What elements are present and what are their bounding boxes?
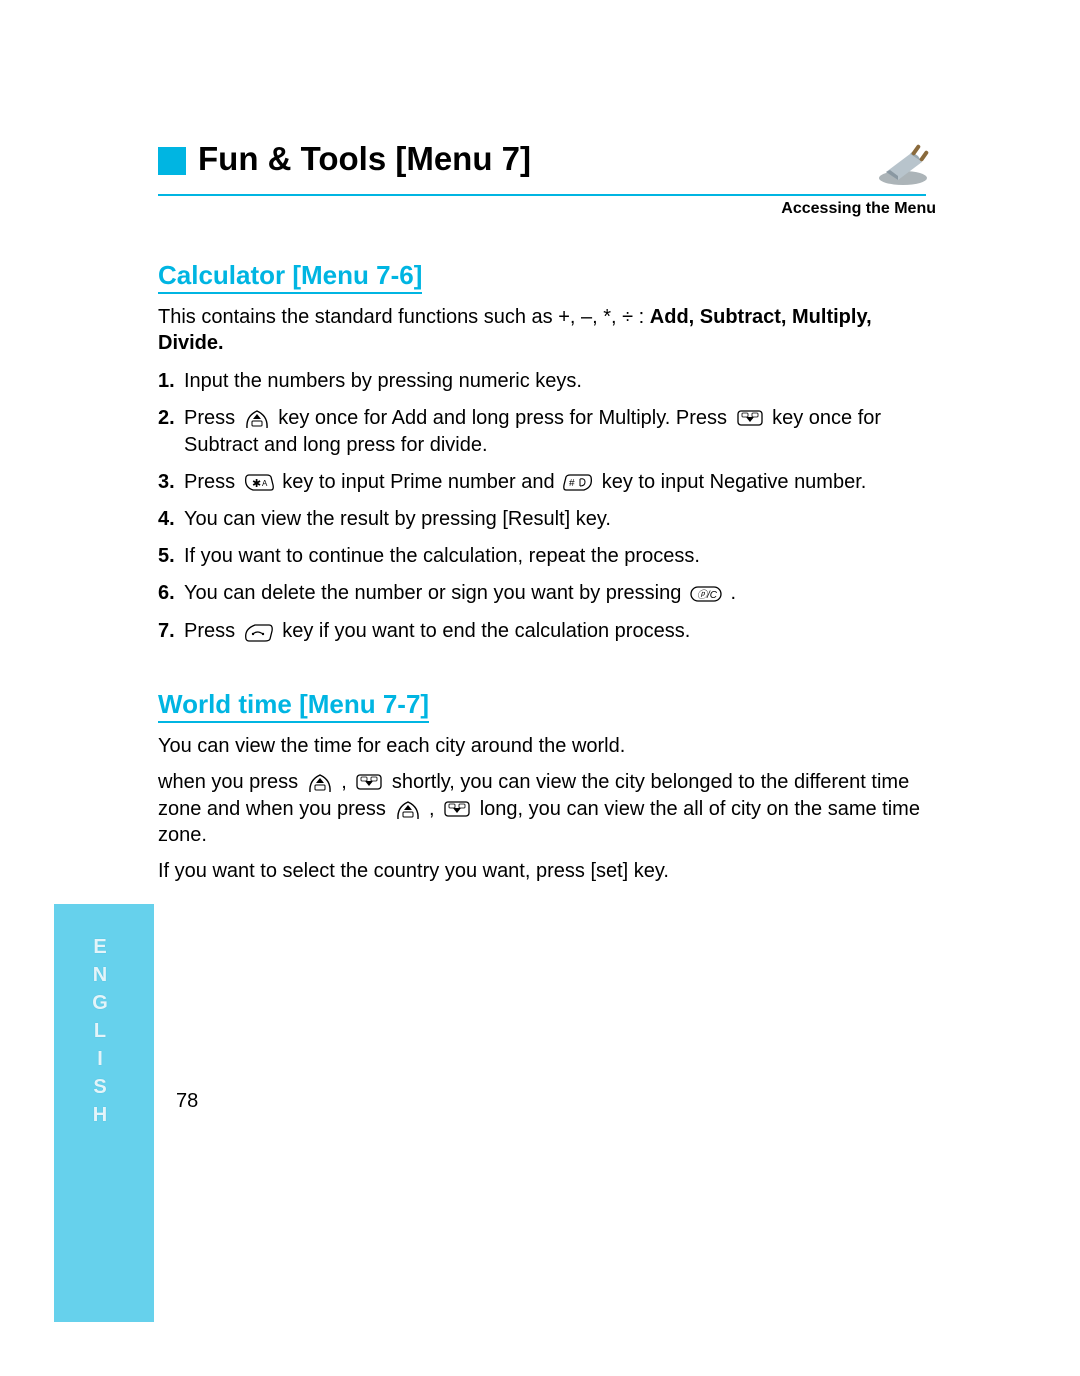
text-run: You can view the time for each city arou… — [158, 735, 625, 757]
text-run: . — [725, 582, 736, 604]
header-row: Fun & Tools [Menu 7] — [158, 140, 938, 188]
section-heading-calculator: Calculator [Menu 7-6] — [158, 260, 422, 294]
step-item: 1.Input the numbers by pressing numeric … — [158, 368, 938, 395]
text-run: You can view the result by pressing [Res… — [184, 508, 611, 530]
star-key-icon: ✱A — [243, 469, 275, 496]
text-run: If you want to continue the calculation,… — [184, 545, 700, 567]
clear-key-icon: ⓟ/C — [689, 581, 723, 608]
section-heading-worldtime: World time [Menu 7-7] — [158, 689, 429, 723]
text-run: Press — [184, 407, 241, 429]
text-run: You can delete the number or sign you wa… — [184, 582, 687, 604]
calculator-steps: 1.Input the numbers by pressing numeric … — [158, 368, 938, 645]
language-label: ENGLISH — [88, 936, 111, 1132]
step-number: 3. — [158, 469, 184, 496]
step-item: 3.Press ✱A key to input Prime number and… — [158, 469, 938, 496]
up-key-icon — [306, 770, 334, 796]
text-run: key once for Add and long press for Mult… — [273, 407, 733, 429]
step-number: 7. — [158, 618, 184, 645]
step-content: Press ✱A key to input Prime number and #… — [184, 469, 938, 496]
title-underline — [158, 194, 926, 196]
step-content: Press key once for Add and long press fo… — [184, 405, 938, 459]
text-run: If you want to select the country you wa… — [158, 860, 669, 882]
down-key-icon — [354, 770, 384, 796]
text-run: Press — [184, 620, 241, 642]
step-item: 7.Press key if you want to end the calcu… — [158, 618, 938, 645]
paragraph: You can view the time for each city arou… — [158, 733, 938, 759]
up-key-icon — [394, 796, 422, 822]
step-content: If you want to continue the calculation,… — [184, 543, 938, 570]
calculator-intro: This contains the standard functions suc… — [158, 304, 938, 356]
svg-text:#: # — [569, 478, 575, 489]
step-number: 2. — [158, 405, 184, 459]
step-content: Press key if you want to end the calcula… — [184, 618, 938, 645]
text-run: , — [424, 798, 441, 820]
step-item: 5.If you want to continue the calculatio… — [158, 543, 938, 570]
worldtime-paragraphs: You can view the time for each city arou… — [158, 733, 938, 884]
page-content: Fun & Tools [Menu 7] Accessing the Menu … — [158, 140, 938, 884]
page-number: 78 — [176, 1090, 198, 1113]
svg-text:ⓟ/C: ⓟ/C — [697, 589, 718, 601]
step-content: Input the numbers by pressing numeric ke… — [184, 368, 938, 395]
text-run: Press — [184, 471, 241, 493]
title-bullet — [158, 147, 186, 175]
step-content: You can delete the number or sign you wa… — [184, 580, 938, 607]
text-run: key to input Prime number and — [277, 471, 560, 493]
up-key-icon — [243, 405, 271, 432]
text-run: key to input Negative number. — [596, 471, 866, 493]
paragraph: when you press , shortly, you can view t… — [158, 769, 938, 848]
end-key-icon — [243, 618, 275, 645]
step-number: 5. — [158, 543, 184, 570]
svg-text:A: A — [262, 479, 268, 488]
hash-key-icon: # — [562, 469, 594, 496]
svg-text:✱: ✱ — [252, 478, 261, 490]
step-item: 6.You can delete the number or sign you … — [158, 580, 938, 607]
step-item: 2.Press key once for Add and long press … — [158, 405, 938, 459]
text-run: Input the numbers by pressing numeric ke… — [184, 370, 582, 392]
step-item: 4.You can view the result by pressing [R… — [158, 506, 938, 533]
page-title: Fun & Tools [Menu 7] — [198, 140, 531, 178]
text-run: , — [336, 771, 353, 793]
plug-3d-icon — [868, 134, 938, 188]
down-key-icon — [442, 796, 472, 822]
intro-plain: This contains the standard functions suc… — [158, 306, 650, 328]
paragraph: If you want to select the country you wa… — [158, 858, 938, 884]
step-content: You can view the result by pressing [Res… — [184, 506, 938, 533]
text-run: when you press — [158, 771, 304, 793]
down-key-icon — [735, 405, 765, 432]
step-number: 6. — [158, 580, 184, 607]
text-run: key if you want to end the calculation p… — [277, 620, 691, 642]
header-subtitle: Accessing the Menu — [158, 200, 936, 218]
step-number: 4. — [158, 506, 184, 533]
step-number: 1. — [158, 368, 184, 395]
